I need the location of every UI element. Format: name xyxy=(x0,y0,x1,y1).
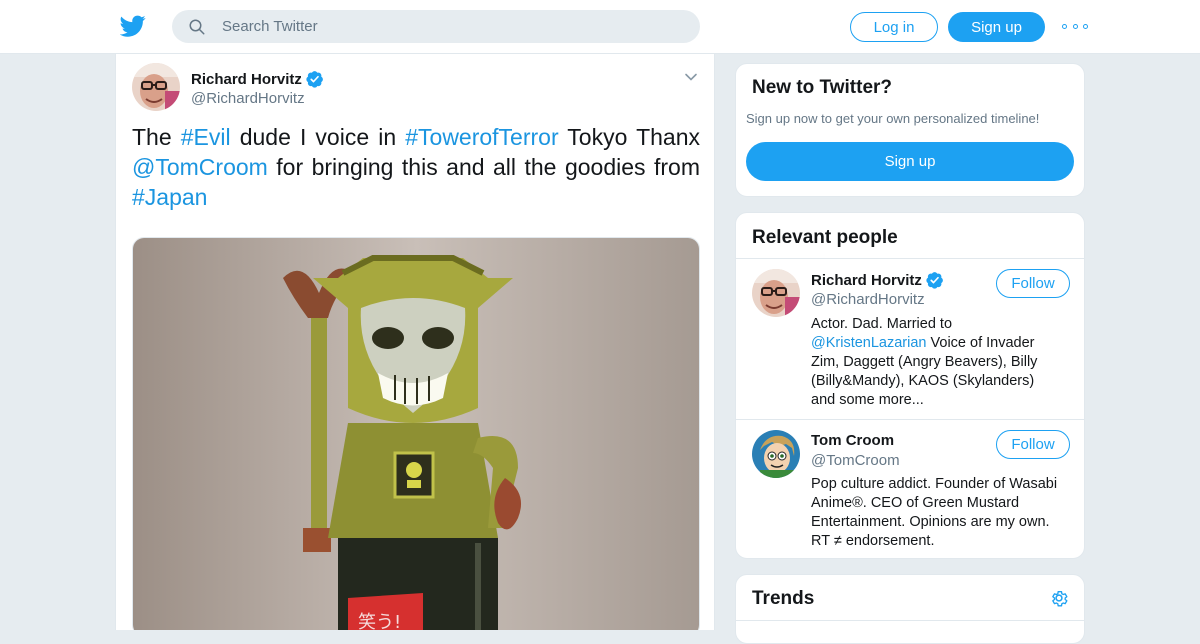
search-box xyxy=(172,10,700,43)
tweet-author-name[interactable]: Richard Horvitz xyxy=(191,70,324,88)
svg-text:笑う!: 笑う! xyxy=(358,612,401,630)
tweet-author-handle[interactable]: @RichardHorvitz xyxy=(191,90,305,107)
mention-link[interactable]: @TomCroom xyxy=(132,154,268,180)
avatar[interactable] xyxy=(752,430,800,478)
search-icon xyxy=(189,19,205,35)
avatar[interactable] xyxy=(752,269,800,317)
search-input[interactable] xyxy=(222,10,682,43)
tweet-media-photo[interactable]: 笑う! xyxy=(132,237,700,630)
relevant-people-card: Relevant people Richard Horvitz @Richard… xyxy=(735,212,1085,559)
person-bio: Actor. Dad. Married to @KristenLazarian … xyxy=(811,315,1061,410)
card-subtitle: Sign up now to get your own personalized… xyxy=(746,111,1040,126)
tweet-text-segment: The xyxy=(132,124,181,150)
trends-card: Trends xyxy=(735,574,1085,644)
person-item: Tom Croom @TomCroom Follow Pop culture a… xyxy=(736,420,1084,558)
tweet-text: The #Evil dude I voice in #TowerofTerror… xyxy=(132,122,700,212)
twitter-bird-icon[interactable] xyxy=(120,13,146,39)
person-item: Richard Horvitz @RichardHorvitz Follow A… xyxy=(736,259,1084,419)
verified-badge-icon xyxy=(926,272,943,289)
person-bio: Pop culture addict. Founder of Wasabi An… xyxy=(811,475,1061,551)
top-navigation-bar: Log in Sign up xyxy=(0,0,1200,54)
bio-text: Actor. Dad. Married to xyxy=(811,316,953,332)
avatar[interactable] xyxy=(132,63,180,111)
card-title: Trends xyxy=(752,588,815,609)
person-name[interactable]: Tom Croom xyxy=(811,432,894,449)
person-name-text: Tom Croom xyxy=(811,432,895,449)
person-handle[interactable]: @RichardHorvitz xyxy=(811,291,925,308)
mention-link[interactable]: @KristenLazarian xyxy=(811,335,926,351)
person-name-text: Richard Horvitz xyxy=(811,271,922,289)
sidebar-signup-button[interactable]: Sign up xyxy=(746,142,1074,181)
new-to-twitter-card: New to Twitter? Sign up now to get your … xyxy=(735,63,1085,197)
tweet-card: Richard Horvitz @RichardHorvitz The #Evi… xyxy=(115,54,715,630)
more-dots-icon[interactable] xyxy=(1062,20,1088,32)
tweet-text-segment: dude I voice in xyxy=(230,124,406,150)
follow-button[interactable]: Follow xyxy=(996,430,1070,459)
divider xyxy=(736,620,1084,621)
hashtag-link[interactable]: #Evil xyxy=(181,124,231,150)
card-title: Relevant people xyxy=(752,227,898,248)
verified-badge-icon xyxy=(306,71,323,88)
card-title: New to Twitter? xyxy=(752,77,893,98)
tweet-text-segment: for bringing this and all the goodies fr… xyxy=(267,154,700,180)
tweet-author-name-text: Richard Horvitz xyxy=(191,70,302,88)
login-button[interactable]: Log in xyxy=(850,12,938,42)
person-name[interactable]: Richard Horvitz xyxy=(811,271,944,289)
follow-button[interactable]: Follow xyxy=(996,269,1070,298)
chevron-down-icon[interactable] xyxy=(684,70,698,84)
hashtag-link[interactable]: #Japan xyxy=(132,184,207,210)
gear-icon[interactable] xyxy=(1049,588,1069,608)
signup-button[interactable]: Sign up xyxy=(948,12,1045,42)
hashtag-link[interactable]: #TowerofTerror xyxy=(405,124,558,150)
person-handle[interactable]: @TomCroom xyxy=(811,452,900,469)
tweet-text-segment: Tokyo Thanx xyxy=(558,124,700,150)
bio-text: Pop culture addict. Founder of Wasabi An… xyxy=(811,476,1058,549)
